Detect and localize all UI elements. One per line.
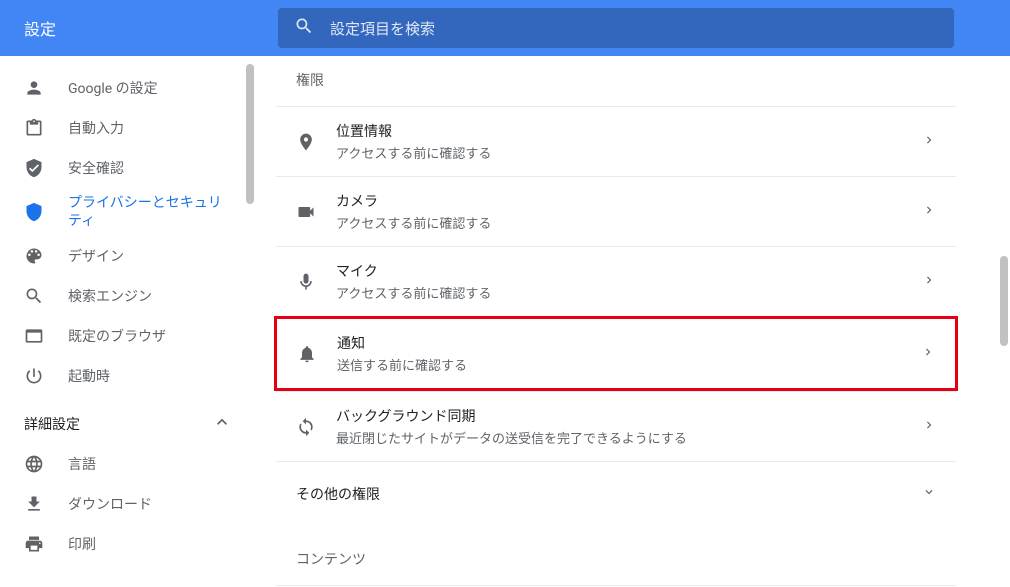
sidebar-item-privacy[interactable]: プライバシーとセキュリティ [0,188,256,236]
sidebar-item-google[interactable]: Google の設定 [0,68,256,108]
perm-background-sync[interactable]: バックグラウンド同期 最近閉じたサイトがデータの送受信を完了できるようにする [276,391,956,461]
clipboard-icon [24,118,44,138]
download-icon [24,494,44,514]
highlight-annotation: 通知 送信する前に確認する [274,316,958,391]
content-scrollbar[interactable] [1000,256,1008,346]
sidebar-item-appearance[interactable]: デザイン [0,236,256,276]
sidebar-item-label: 既定のブラウザ [68,326,166,346]
shield-icon [24,202,44,222]
shield-check-icon [24,158,44,178]
palette-icon [24,246,44,266]
app-title: 設定 [0,16,278,40]
sidebar-item-label: 印刷 [68,534,96,554]
perm-title: 通知 [337,333,921,353]
chevron-right-icon [922,202,936,221]
sidebar-item-label: 自動入力 [68,118,124,138]
sidebar-item-default-browser[interactable]: 既定のブラウザ [0,316,256,356]
sidebar-item-languages[interactable]: 言語 [0,444,256,484]
sync-icon [296,417,316,437]
chevron-right-icon [921,344,935,363]
sidebar-scrollbar[interactable] [246,64,254,204]
sidebar-item-search-engine[interactable]: 検索エンジン [0,276,256,316]
sidebar-item-printing[interactable]: 印刷 [0,524,256,564]
mic-icon [296,272,316,292]
perm-title: マイク [336,261,922,281]
sidebar-advanced-toggle[interactable]: 詳細設定 [0,404,256,444]
sidebar-item-safety-check[interactable]: 安全確認 [0,148,256,188]
sidebar-advanced-label: 詳細設定 [24,414,80,434]
chevron-right-icon [922,417,936,436]
sidebar-item-on-startup[interactable]: 起動時 [0,356,256,396]
perm-title: 位置情報 [336,121,922,141]
perm-title: バックグラウンド同期 [336,406,922,426]
search-input[interactable]: 設定項目を検索 [278,8,954,48]
perm-notifications[interactable]: 通知 送信する前に確認する [277,319,955,388]
chevron-right-icon [922,272,936,291]
sidebar-item-label: 起動時 [68,366,110,386]
sidebar-item-autofill[interactable]: 自動入力 [0,108,256,148]
perm-sub: 最近閉じたサイトがデータの送受信を完了できるようにする [336,428,922,447]
content-area: 権限 位置情報 アクセスする前に確認する カメラ アクセスする前に確認する [256,56,1010,587]
chevron-down-icon [922,484,936,503]
perm-camera[interactable]: カメラ アクセスする前に確認する [276,176,956,246]
person-icon [24,78,44,98]
sidebar-item-label: 安全確認 [68,158,124,178]
perm-title: カメラ [336,191,922,211]
sidebar: Google の設定 自動入力 安全確認 プライバシーとセキュリティ デザイン … [0,56,256,587]
sidebar-item-label: プライバシーとセキュリティ [68,194,232,230]
location-pin-icon [296,132,316,152]
print-icon [24,534,44,554]
perm-other-expand[interactable]: その他の権限 [276,461,956,525]
sidebar-item-label: Google の設定 [68,78,158,98]
perm-microphone[interactable]: マイク アクセスする前に確認する [276,246,956,316]
perm-location[interactable]: 位置情報 アクセスする前に確認する [276,106,956,176]
perm-sub: 送信する前に確認する [337,355,921,374]
search-placeholder: 設定項目を検索 [330,18,435,39]
sidebar-item-downloads[interactable]: ダウンロード [0,484,256,524]
perm-sub: アクセスする前に確認する [336,213,922,232]
app-header: 設定 設定項目を検索 [0,0,1010,56]
browser-icon [24,326,44,346]
power-icon [24,366,44,386]
bell-icon [297,344,317,364]
sidebar-item-label: 検索エンジン [68,286,152,306]
perm-sub: アクセスする前に確認する [336,143,922,162]
sidebar-item-label: デザイン [68,246,124,266]
globe-icon [24,454,44,474]
perm-other-label: その他の権限 [296,484,922,504]
search-icon [294,16,314,40]
chevron-up-icon [212,412,232,436]
search-icon [24,286,44,306]
section-content-label: コンテンツ [276,541,956,585]
sidebar-item-label: ダウンロード [68,494,152,514]
perm-sub: アクセスする前に確認する [336,283,922,302]
camera-icon [296,202,316,222]
chevron-right-icon [922,132,936,151]
sidebar-item-label: 言語 [68,454,96,474]
section-permissions-label: 権限 [276,62,956,106]
